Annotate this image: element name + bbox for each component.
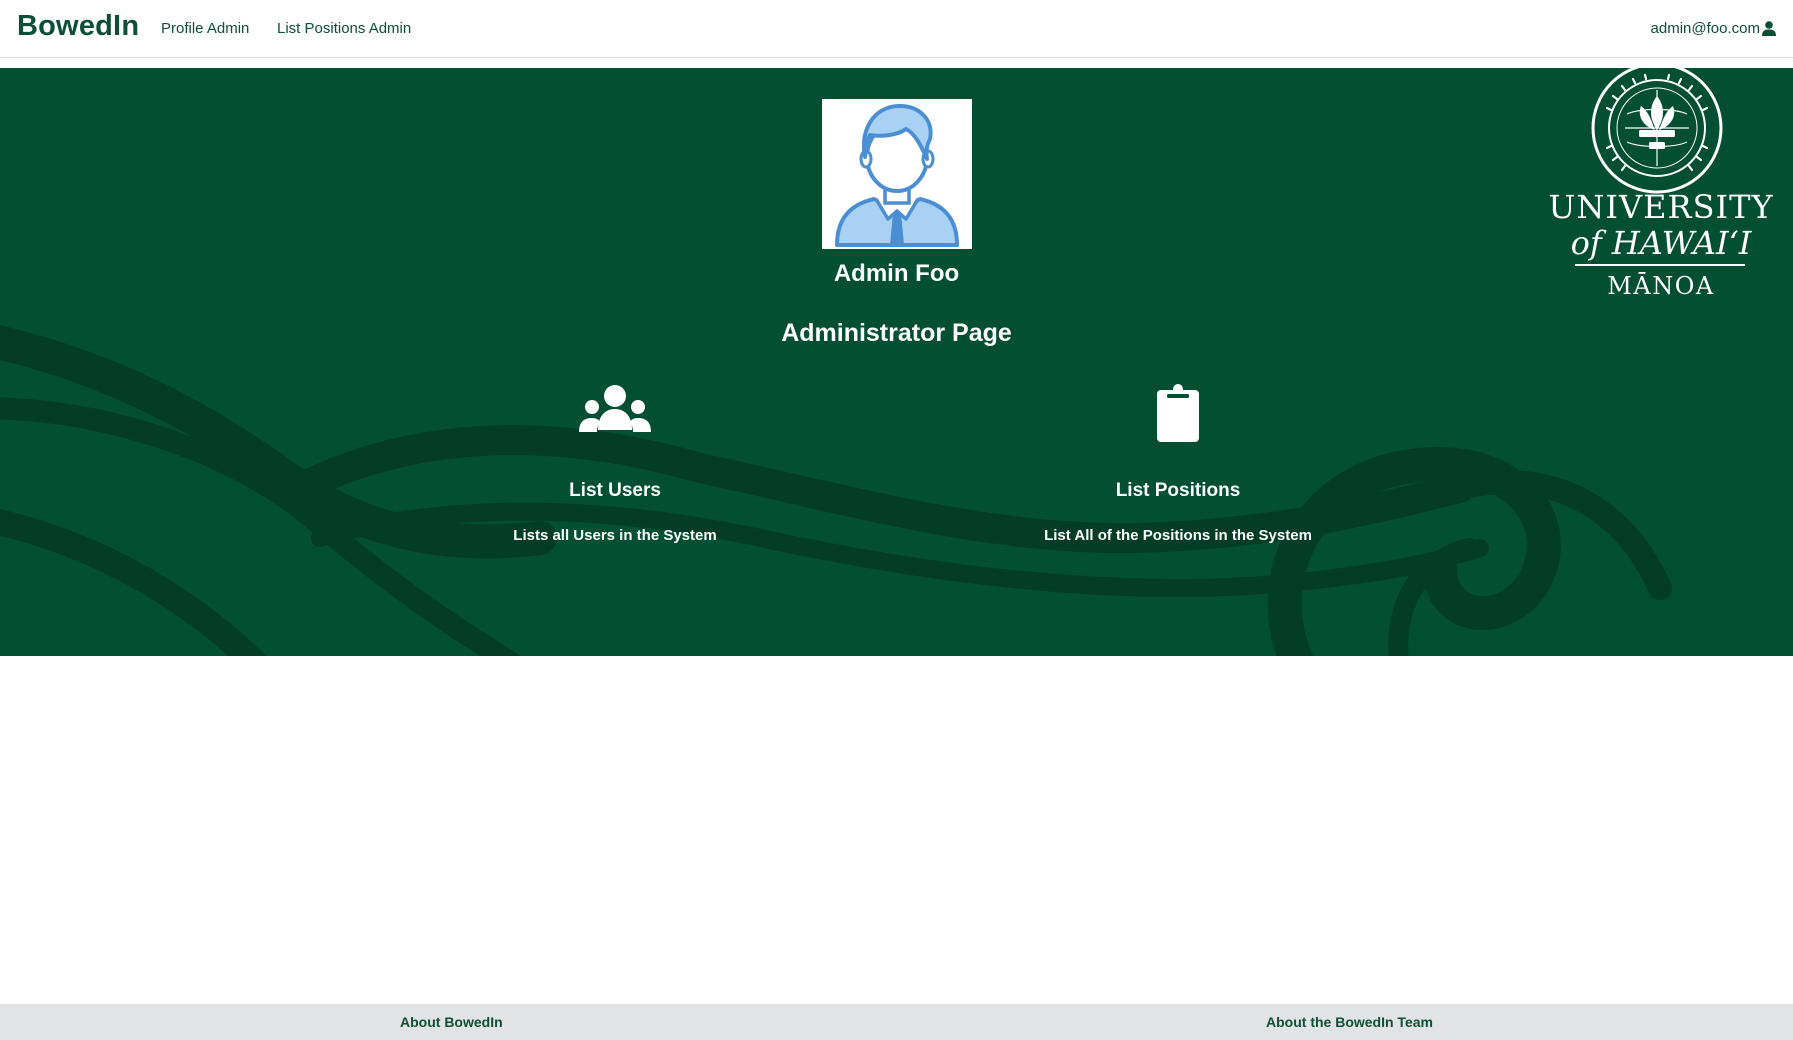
list-positions-title: List Positions bbox=[1115, 480, 1241, 501]
footer-about-team[interactable]: About the BowedIn Team bbox=[1266, 1014, 1433, 1030]
svg-text:of HAWAIʻI: of HAWAIʻI bbox=[1571, 224, 1753, 262]
list-users-card[interactable]: List Users Lists all Users in the System bbox=[435, 380, 795, 544]
user-email: admin@foo.com bbox=[1650, 20, 1760, 37]
user-icon bbox=[1762, 21, 1776, 36]
uh-manoa-logo: UNIVERSITY of HAWAIʻI MĀNOA bbox=[1548, 68, 1773, 300]
svg-text:UNIVERSITY: UNIVERSITY bbox=[1548, 188, 1773, 226]
user-menu[interactable]: admin@foo.com bbox=[1651, 20, 1776, 37]
hero-banner: Admin Foo Administrator Page List Users … bbox=[0, 68, 1793, 656]
list-users-title: List Users bbox=[569, 480, 661, 501]
profile-avatar bbox=[822, 99, 972, 249]
footer-about-bowedin[interactable]: About BowedIn bbox=[400, 1014, 503, 1030]
list-positions-card[interactable]: List Positions List All of the Positions… bbox=[998, 380, 1358, 544]
person-avatar-icon bbox=[835, 103, 959, 247]
top-navbar: BowedIn Profile Admin List Positions Adm… bbox=[0, 0, 1793, 58]
brand-link[interactable]: BowedIn bbox=[17, 10, 139, 43]
profile-name: Admin Foo bbox=[833, 260, 960, 287]
svg-text:MĀNOA: MĀNOA bbox=[1607, 272, 1714, 300]
users-group-icon bbox=[579, 385, 651, 432]
footer: About BowedIn About the BowedIn Team bbox=[0, 1004, 1793, 1040]
list-positions-description: List All of the Positions in the System bbox=[1044, 527, 1312, 544]
nav-list-positions-admin[interactable]: List Positions Admin bbox=[277, 20, 411, 37]
nav-profile-admin[interactable]: Profile Admin bbox=[161, 20, 249, 37]
list-users-description: Lists all Users in the System bbox=[513, 527, 717, 544]
page-title: Administrator Page bbox=[781, 319, 1012, 347]
clipboard-icon bbox=[1157, 384, 1199, 442]
